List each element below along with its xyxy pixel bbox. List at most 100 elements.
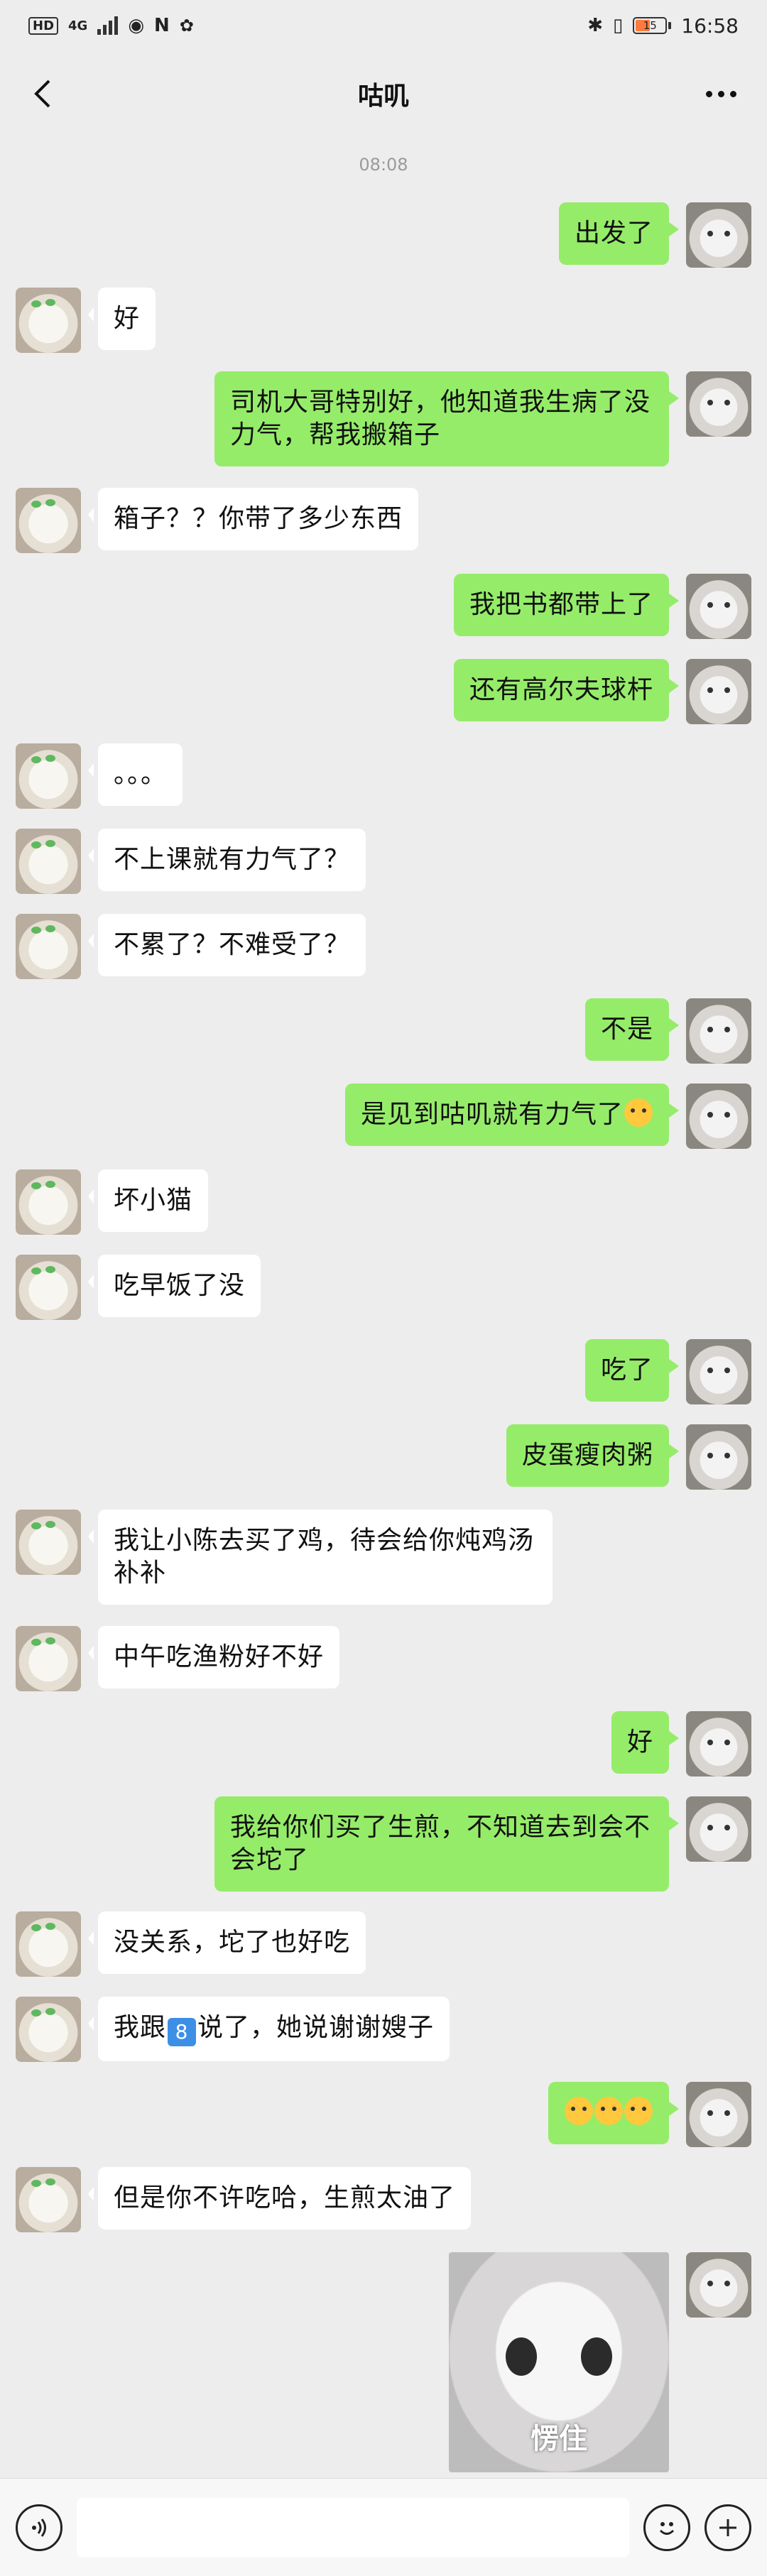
avatar[interactable] xyxy=(16,1911,81,1977)
avatar[interactable] xyxy=(686,1424,751,1490)
chat-header: 咕叽 xyxy=(0,51,767,136)
message-input[interactable] xyxy=(77,2497,629,2558)
message-row: 不上课就有力气了？ xyxy=(16,829,366,894)
avatar[interactable] xyxy=(16,1255,81,1320)
message-bubble[interactable]: 我给你们买了生煎，不知道去到会不会坨了 xyxy=(214,1796,679,1892)
message-bubble[interactable]: 。。。 xyxy=(87,743,183,806)
network-type: 4G xyxy=(68,18,88,33)
cat-face-emoji xyxy=(624,2097,653,2125)
message-bubble[interactable] xyxy=(548,2082,679,2144)
avatar[interactable] xyxy=(16,1997,81,2062)
message-row: 箱子？？你带了多少东西 xyxy=(16,488,419,553)
message-row: 我跟 8 说了，她说谢谢嫂子 xyxy=(16,1997,450,2062)
message-bubble[interactable]: 我把书都带上了 xyxy=(453,574,680,636)
message-row: 吃早饭了没 xyxy=(16,1255,261,1320)
avatar[interactable] xyxy=(16,1626,81,1691)
message-row: 不是 xyxy=(584,998,751,1064)
message-row xyxy=(548,2082,751,2147)
avatar[interactable] xyxy=(686,574,751,639)
message-row: 司机大哥特别好，他知道我生病了没力气，帮我搬箱子 xyxy=(214,371,751,466)
avatar[interactable] xyxy=(16,829,81,894)
avatar[interactable] xyxy=(686,2082,751,2147)
message-text: 是见到咕叽就有力气了 xyxy=(360,1100,624,1129)
keycap-8-emoji: 8 xyxy=(168,2018,197,2046)
message-bubble[interactable]: 没关系，坨了也好吃 xyxy=(87,1911,366,1974)
cat-face-emoji xyxy=(594,2097,623,2125)
message-row: 还有高尔夫球杆 xyxy=(453,659,751,724)
vibrate-icon: ▯ xyxy=(612,15,624,36)
hd-badge: HD xyxy=(28,16,59,35)
avatar[interactable] xyxy=(686,998,751,1064)
message-bubble[interactable]: 出发了 xyxy=(558,202,680,265)
sticker-caption: 愣住 xyxy=(531,2423,587,2455)
plus-button[interactable] xyxy=(705,2504,751,2551)
more-dots-icon xyxy=(705,90,712,97)
avatar[interactable] xyxy=(16,743,81,809)
message-row: 不累了？不难受了？ xyxy=(16,914,366,979)
status-bar: HD 4G ◉ N ✿ ✱ ▯ 15 16:58 xyxy=(0,0,767,51)
message-bubble[interactable]: 好 xyxy=(611,1711,680,1774)
sticker-image[interactable]: 愣住 xyxy=(449,2252,669,2472)
avatar[interactable] xyxy=(686,371,751,437)
message-text: 说了，她说谢谢嫂子 xyxy=(197,2013,435,2042)
message-bubble[interactable]: 吃了 xyxy=(584,1339,680,1402)
message-bubble[interactable]: 是见到咕叽就有力气了 xyxy=(344,1084,680,1146)
message-row: 好 xyxy=(611,1711,751,1777)
back-button[interactable] xyxy=(21,72,64,115)
message-bubble[interactable]: 我跟 8 说了，她说谢谢嫂子 xyxy=(87,1997,450,2061)
message-row: 中午吃渔粉好不好 xyxy=(16,1626,340,1691)
message-bubble[interactable]: 中午吃渔粉好不好 xyxy=(87,1626,340,1688)
cat-face-emoji xyxy=(624,1098,653,1127)
message-row: 皮蛋瘦肉粥 xyxy=(506,1424,751,1490)
message-row: 坏小猫 xyxy=(16,1169,209,1235)
avatar[interactable] xyxy=(686,1711,751,1777)
plus-icon xyxy=(719,2518,736,2536)
chevron-left-icon xyxy=(34,80,50,108)
clock: 16:58 xyxy=(681,13,739,38)
message-text: 我跟 xyxy=(114,2013,167,2042)
avatar[interactable] xyxy=(686,1339,751,1404)
more-button[interactable] xyxy=(696,72,746,115)
message-bubble[interactable]: 不上课就有力气了？ xyxy=(87,829,366,891)
avatar[interactable] xyxy=(16,2167,81,2232)
message-row: 我让小陈去买了鸡，待会给你炖鸡汤补补 xyxy=(16,1510,553,1605)
message-row: 愣住 xyxy=(449,2252,751,2472)
avatar[interactable] xyxy=(16,288,81,353)
cat-face-emoji xyxy=(565,2097,593,2125)
chat-title: 咕叽 xyxy=(357,82,409,111)
message-row: 没关系，坨了也好吃 xyxy=(16,1911,366,1977)
avatar[interactable] xyxy=(16,1169,81,1235)
message-row: 。。。 xyxy=(16,743,183,809)
avatar[interactable] xyxy=(686,202,751,268)
voice-button[interactable] xyxy=(16,2504,62,2551)
message-row: 我把书都带上了 xyxy=(453,574,751,639)
avatar[interactable] xyxy=(16,1510,81,1575)
voice-icon xyxy=(32,2518,46,2537)
avatar[interactable] xyxy=(16,488,81,553)
avatar[interactable] xyxy=(686,1796,751,1862)
message-bubble[interactable]: 司机大哥特别好，他知道我生病了没力气，帮我搬箱子 xyxy=(214,371,679,466)
wechat-icon: ✿ xyxy=(179,16,194,36)
message-bubble[interactable]: 不累了？不难受了？ xyxy=(87,914,366,976)
message-bubble[interactable]: 还有高尔夫球杆 xyxy=(453,659,680,721)
message-bubble[interactable]: 箱子？？你带了多少东西 xyxy=(87,488,419,550)
message-row: 是见到咕叽就有力气了 xyxy=(344,1084,751,1149)
avatar[interactable] xyxy=(686,2252,751,2318)
message-bubble[interactable]: 吃早饭了没 xyxy=(87,1255,261,1317)
bluetooth-icon: ✱ xyxy=(587,15,603,36)
message-row: 吃了 xyxy=(584,1339,751,1404)
input-bar xyxy=(0,2478,767,2576)
nfc-icon: N xyxy=(154,15,170,36)
message-bubble[interactable]: 坏小猫 xyxy=(87,1169,209,1232)
avatar[interactable] xyxy=(686,1084,751,1149)
message-bubble[interactable]: 不是 xyxy=(584,998,680,1061)
avatar[interactable] xyxy=(16,914,81,979)
message-bubble[interactable]: 但是你不许吃哈，生煎太油了 xyxy=(87,2167,472,2230)
message-bubble[interactable]: 我让小陈去买了鸡，待会给你炖鸡汤补补 xyxy=(88,1510,553,1605)
message-timestamp: 08:08 xyxy=(359,155,408,175)
message-bubble[interactable]: 好 xyxy=(87,288,156,350)
avatar[interactable] xyxy=(686,659,751,724)
message-row: 但是你不许吃哈，生煎太油了 xyxy=(16,2167,472,2232)
message-bubble[interactable]: 皮蛋瘦肉粥 xyxy=(506,1424,680,1487)
emoji-button[interactable] xyxy=(643,2504,690,2551)
